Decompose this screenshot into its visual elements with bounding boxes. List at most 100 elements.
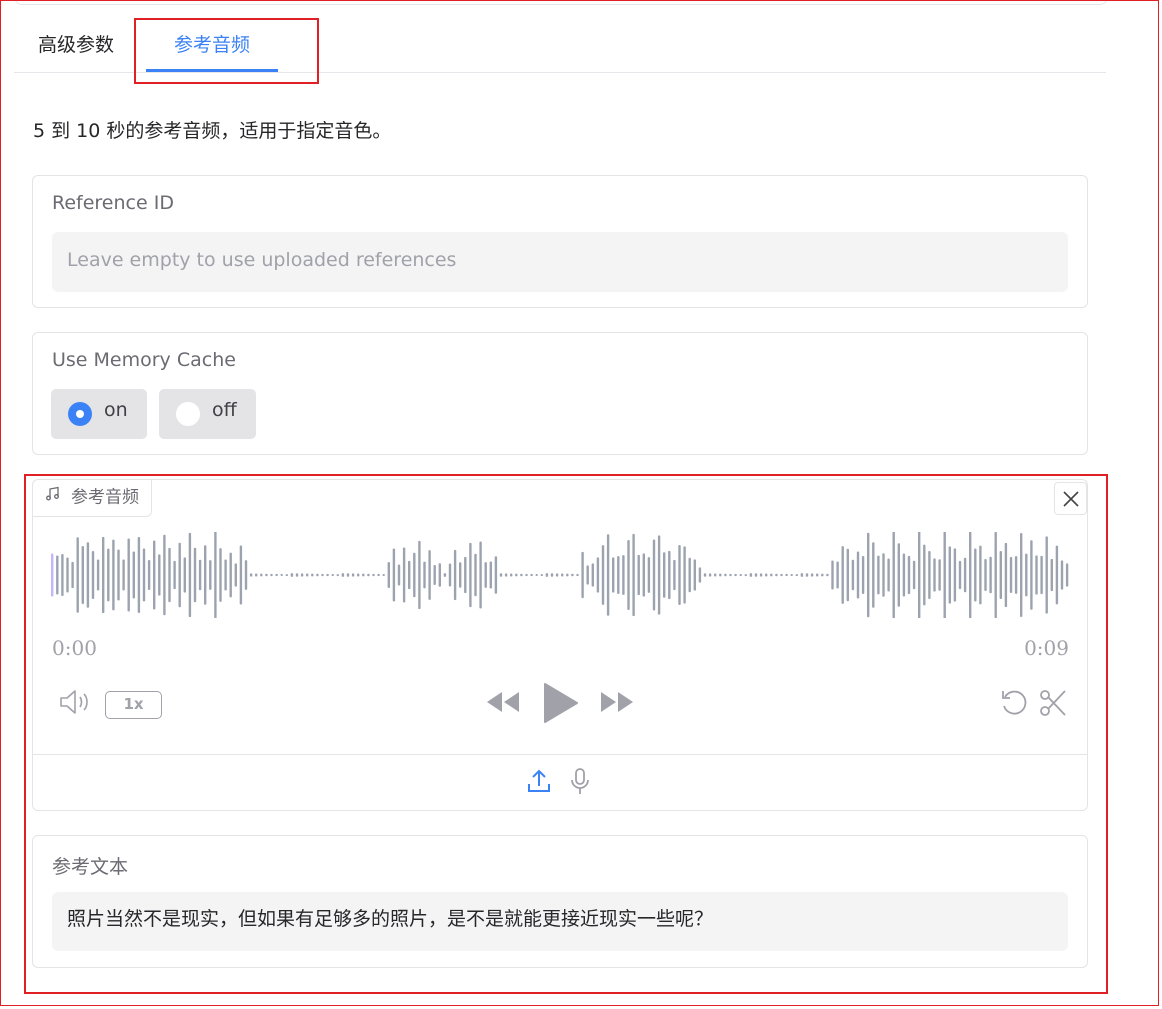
reference-id-label: Reference ID <box>52 192 174 214</box>
tab-bar: 高级参数 参考音频 <box>14 20 1106 73</box>
radio-on-indicator[interactable] <box>68 402 92 426</box>
waveform-bar <box>912 560 916 590</box>
waveform-bar <box>1004 542 1008 608</box>
waveform-bar <box>66 557 69 593</box>
waveform-bar <box>566 573 569 577</box>
waveform-bar <box>102 536 105 614</box>
waveform-bar <box>469 542 472 608</box>
waveform-bar <box>255 573 258 577</box>
close-icon <box>1062 490 1080 512</box>
waveform-bar <box>974 548 977 602</box>
waveform-bar <box>841 546 844 604</box>
waveform-bar <box>770 573 773 577</box>
waveform-bar <box>1065 563 1069 587</box>
waveform-bar <box>464 556 467 594</box>
waveform-bar <box>219 548 222 602</box>
waveform-bar <box>397 564 401 586</box>
waveform-bar <box>260 573 263 577</box>
waveform-bar <box>918 532 921 618</box>
waveform-bar <box>71 561 74 589</box>
volume-button[interactable] <box>59 688 93 720</box>
waveform-bar <box>800 573 804 577</box>
waveform-bar <box>994 532 997 618</box>
tab-advanced-params[interactable]: 高级参数 <box>38 20 114 72</box>
waveform-bar <box>892 532 895 618</box>
waveform-bar <box>433 564 436 586</box>
waveform-bar <box>290 573 294 577</box>
waveform-bar <box>724 573 727 577</box>
undo-button[interactable] <box>999 688 1029 722</box>
waveform-bar <box>627 540 630 610</box>
rewind-button[interactable] <box>485 688 521 720</box>
waveform-bar <box>749 573 753 577</box>
waveform-bar <box>708 573 712 577</box>
waveform-bar <box>311 573 314 577</box>
waveform-bar <box>270 573 273 577</box>
waveform-bar <box>816 573 819 577</box>
waveform-bar <box>617 556 620 594</box>
waveform-bar <box>678 544 681 606</box>
play-icon <box>543 683 579 728</box>
waveform-bar <box>402 547 406 603</box>
waveform-bar <box>775 573 778 577</box>
waveform-bar <box>127 538 130 612</box>
waveform-bar <box>612 557 615 593</box>
waveform-bar <box>1055 545 1059 605</box>
waveform-bar <box>1040 555 1043 595</box>
waveform-bar <box>153 540 156 610</box>
waveform-bar <box>214 532 217 618</box>
waveform-bar <box>948 546 951 604</box>
fast-forward-icon <box>599 692 635 720</box>
waveform-bar <box>601 545 605 605</box>
waveform-bar <box>306 573 309 577</box>
radio-off-label: off <box>212 399 237 421</box>
radio-on[interactable]: on <box>51 389 147 439</box>
play-button[interactable] <box>543 682 579 728</box>
waveform-bar <box>561 573 564 577</box>
waveform-bar <box>51 553 54 597</box>
waveform-bar <box>209 560 212 590</box>
waveform-bar <box>979 545 982 605</box>
waveform-bar <box>81 545 84 605</box>
waveform-bar <box>448 563 452 587</box>
waveform-bar <box>851 559 855 591</box>
waveform-bar <box>989 556 992 594</box>
waveform-bar <box>887 558 890 592</box>
waveform-bar <box>316 573 319 577</box>
playback-speed-button[interactable]: 1x <box>105 691 162 719</box>
radio-off-indicator[interactable] <box>176 402 200 426</box>
upload-button[interactable] <box>527 768 551 798</box>
record-button[interactable] <box>569 767 591 799</box>
waveform-bar <box>632 533 635 617</box>
reference-id-card: Reference ID Leave empty to use uploaded… <box>32 175 1088 308</box>
waveform-bar <box>902 553 906 597</box>
radio-off[interactable]: off <box>159 389 256 439</box>
waveform[interactable] <box>49 532 1073 618</box>
waveform-bar <box>387 561 390 589</box>
trim-button[interactable] <box>1039 688 1067 722</box>
close-button[interactable] <box>1054 482 1087 515</box>
waveform-bar <box>1060 560 1064 590</box>
waveform-bar <box>91 551 95 599</box>
waveform-bar <box>969 532 972 618</box>
waveform-bar <box>173 560 176 590</box>
waveform-bar <box>249 573 253 577</box>
waveform-bar <box>907 555 911 595</box>
waveform-bar <box>183 557 186 593</box>
tab-reference-audio[interactable]: 参考音频 <box>146 20 278 72</box>
waveform-bar <box>984 558 987 592</box>
audio-block-label: 参考音频 <box>33 480 152 517</box>
waveform-bar <box>362 573 365 577</box>
waveform-bar <box>550 573 554 577</box>
waveform-bar <box>61 553 64 597</box>
reference-text-input[interactable]: 照片当然不是现实，但如果有足够多的照片，是不是就能更接近现实一些呢？ <box>52 892 1068 951</box>
waveform-bar <box>510 573 513 577</box>
waveform-bar <box>923 544 926 606</box>
waveform-bar <box>142 548 146 602</box>
fast-forward-button[interactable] <box>599 688 635 720</box>
reference-id-input[interactable]: Leave empty to use uploaded references <box>52 232 1068 292</box>
music-note-icon <box>45 480 61 515</box>
waveform-bar <box>734 573 737 577</box>
waveform-bar <box>719 573 722 577</box>
waveform-bar <box>861 556 865 594</box>
